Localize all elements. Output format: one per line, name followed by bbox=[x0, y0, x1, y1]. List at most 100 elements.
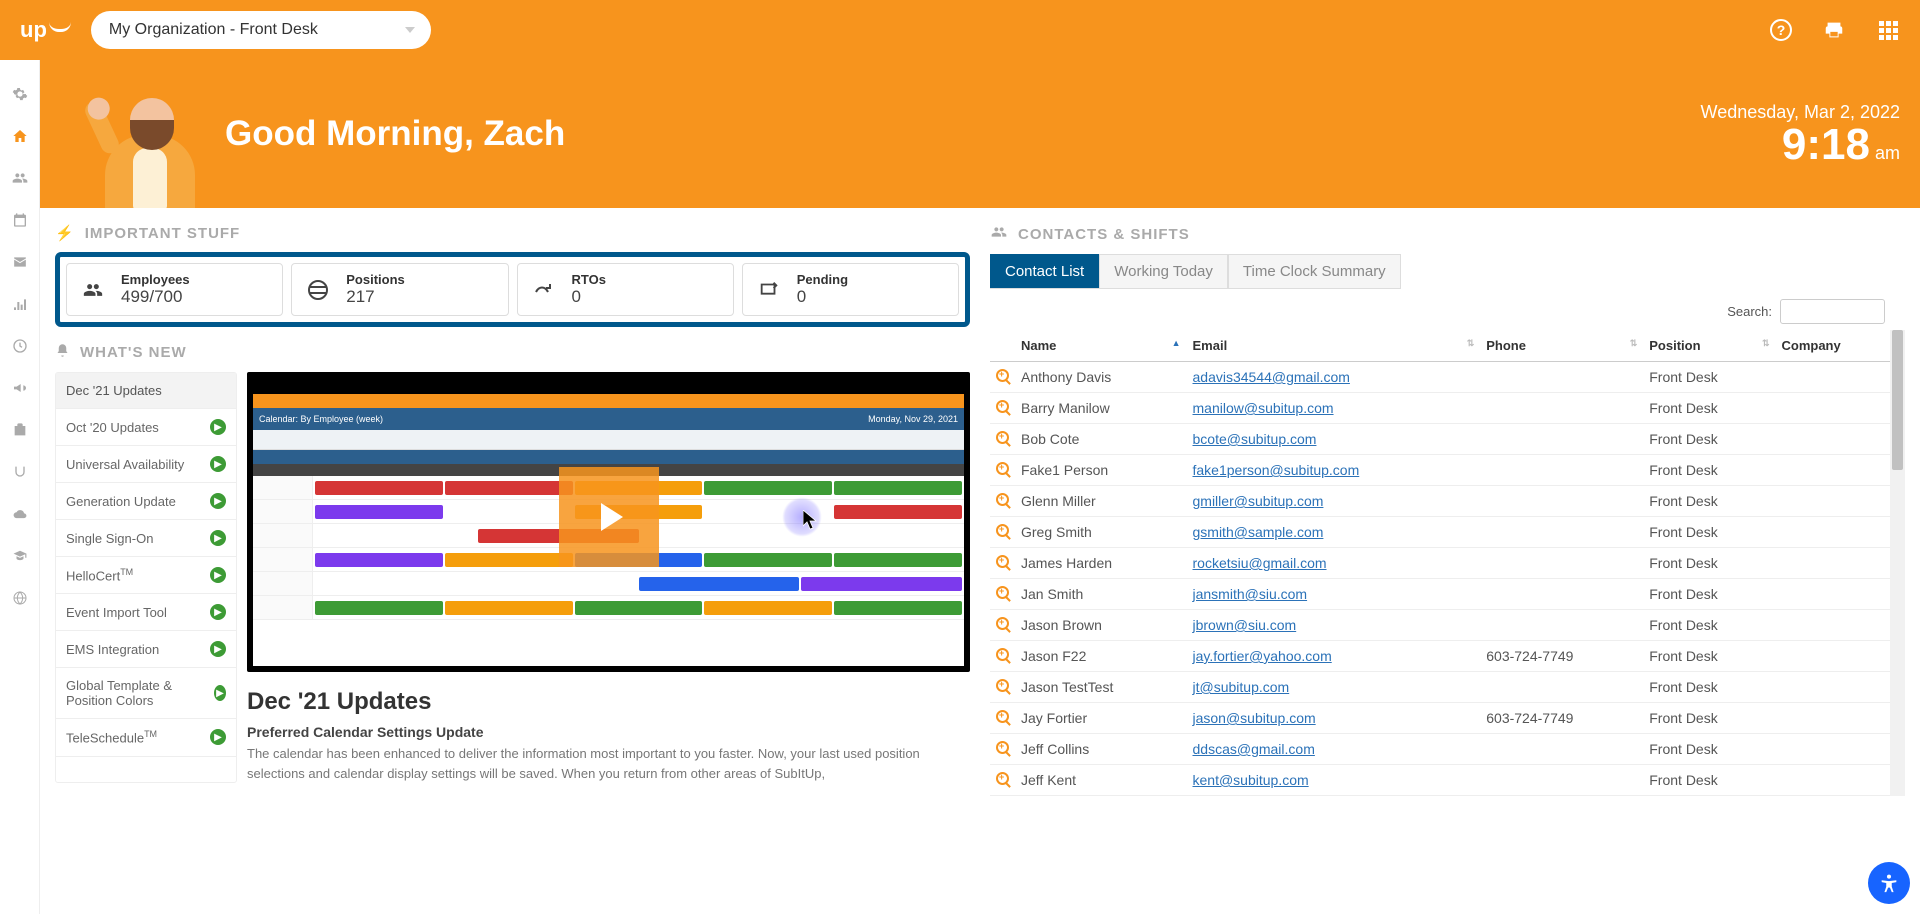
briefcase-icon[interactable] bbox=[11, 421, 29, 439]
magnify-icon[interactable] bbox=[990, 672, 1015, 703]
cell-phone bbox=[1480, 486, 1643, 517]
whats-new-item[interactable]: HelloCertTM▶ bbox=[56, 557, 236, 594]
print-icon[interactable] bbox=[1822, 18, 1846, 42]
email-link[interactable]: fake1person@subitup.com bbox=[1193, 462, 1360, 478]
cell-phone bbox=[1480, 548, 1643, 579]
time-ampm: am bbox=[1875, 143, 1900, 163]
cell-email: fake1person@subitup.com bbox=[1187, 455, 1481, 486]
whats-new-item-label: Dec '21 Updates bbox=[66, 383, 162, 398]
article-title: Dec '21 Updates bbox=[247, 688, 970, 716]
email-link[interactable]: kent@subitup.com bbox=[1193, 772, 1309, 788]
help-icon[interactable]: ? bbox=[1770, 19, 1792, 41]
cell-email: gmiller@subitup.com bbox=[1187, 486, 1481, 517]
video-thumbnail[interactable]: Calendar: By Employee (week)Monday, Nov … bbox=[247, 372, 970, 672]
magnify-icon[interactable] bbox=[990, 734, 1015, 765]
magnify-icon[interactable] bbox=[990, 579, 1015, 610]
column-position[interactable]: Position⇅ bbox=[1643, 330, 1775, 362]
globe-icon[interactable] bbox=[11, 589, 29, 607]
email-link[interactable]: jay.fortier@yahoo.com bbox=[1193, 648, 1332, 664]
people-icon[interactable] bbox=[11, 169, 29, 187]
whats-new-item[interactable]: Oct '20 Updates▶ bbox=[56, 409, 236, 446]
stat-employees[interactable]: Employees499/700 bbox=[66, 263, 283, 316]
magnify-icon[interactable] bbox=[990, 362, 1015, 393]
cell-phone bbox=[1480, 393, 1643, 424]
email-link[interactable]: gmiller@subitup.com bbox=[1193, 493, 1324, 509]
whats-new-item[interactable]: Generation Update▶ bbox=[56, 483, 236, 520]
table-row: Jay Fortierjason@subitup.com603-724-7749… bbox=[990, 703, 1905, 734]
column-company[interactable]: Company⇅ bbox=[1775, 330, 1905, 362]
scrollbar-thumb[interactable] bbox=[1892, 330, 1903, 470]
column-phone[interactable]: Phone⇅ bbox=[1480, 330, 1643, 362]
hero-datetime: Wednesday, Mar 2, 2022 9:18am bbox=[1540, 60, 1920, 208]
email-link[interactable]: adavis34544@gmail.com bbox=[1193, 369, 1350, 385]
cell-name: Barry Manilow bbox=[1015, 393, 1187, 424]
column-email[interactable]: Email⇅ bbox=[1187, 330, 1481, 362]
magnify-icon[interactable] bbox=[990, 641, 1015, 672]
magnify-icon[interactable] bbox=[990, 424, 1015, 455]
email-link[interactable]: jason@subitup.com bbox=[1193, 710, 1316, 726]
email-link[interactable]: jansmith@siu.com bbox=[1193, 586, 1308, 602]
article-subtitle: Preferred Calendar Settings Update bbox=[247, 724, 970, 740]
stat-value: 0 bbox=[572, 287, 606, 307]
email-link[interactable]: rocketsiu@gmail.com bbox=[1193, 555, 1327, 571]
column-name[interactable]: Name▲ bbox=[1015, 330, 1187, 362]
tab-time-clock-summary[interactable]: Time Clock Summary bbox=[1228, 254, 1401, 288]
magnify-icon[interactable] bbox=[990, 765, 1015, 796]
whats-new-item[interactable]: Universal Availability▶ bbox=[56, 446, 236, 483]
magnify-icon[interactable] bbox=[990, 610, 1015, 641]
video-bar-title: Calendar: By Employee (week) bbox=[259, 414, 383, 424]
envelope-icon[interactable] bbox=[11, 253, 29, 271]
whats-new-item[interactable]: TeleScheduleTM▶ bbox=[56, 719, 236, 756]
magnet-icon[interactable] bbox=[11, 463, 29, 481]
magnify-icon[interactable] bbox=[990, 517, 1015, 548]
search-input[interactable] bbox=[1780, 299, 1885, 324]
accessibility-button[interactable] bbox=[1868, 862, 1910, 904]
email-link[interactable]: jt@subitup.com bbox=[1193, 679, 1290, 695]
megaphone-icon[interactable] bbox=[11, 379, 29, 397]
email-link[interactable]: bcote@subitup.com bbox=[1193, 431, 1317, 447]
email-link[interactable]: jbrown@siu.com bbox=[1193, 617, 1297, 633]
cell-name: Jeff Collins bbox=[1015, 734, 1187, 765]
magnify-icon[interactable] bbox=[990, 548, 1015, 579]
chevron-right-icon: ▶ bbox=[210, 419, 226, 435]
magnify-icon[interactable] bbox=[990, 486, 1015, 517]
apps-grid-icon[interactable] bbox=[1876, 18, 1900, 42]
important-title-text: IMPORTANT STUFF bbox=[85, 225, 241, 242]
table-row: Greg Smithgsmith@sample.comFront Desk bbox=[990, 517, 1905, 548]
whats-new-item[interactable]: Global Template & Position Colors▶ bbox=[56, 668, 236, 719]
calendar-icon[interactable] bbox=[11, 211, 29, 229]
whats-new-item[interactable]: EMS Integration▶ bbox=[56, 631, 236, 668]
scrollbar[interactable] bbox=[1890, 330, 1905, 796]
graduation-icon[interactable] bbox=[11, 547, 29, 565]
stat-value: 499/700 bbox=[121, 287, 190, 307]
org-selector[interactable]: My Organization - Front Desk bbox=[91, 11, 431, 49]
home-icon[interactable] bbox=[11, 127, 29, 145]
whats-new-list: Dec '21 Updates Oct '20 Updates▶Universal… bbox=[55, 372, 237, 783]
tab-working-today[interactable]: Working Today bbox=[1099, 254, 1228, 288]
stat-rtos[interactable]: RTOs0 bbox=[517, 263, 734, 316]
magnify-icon[interactable] bbox=[990, 703, 1015, 734]
magnify-icon[interactable] bbox=[990, 393, 1015, 424]
email-link[interactable]: ddscas@gmail.com bbox=[1193, 741, 1315, 757]
clock-icon[interactable] bbox=[11, 337, 29, 355]
stat-label: Employees bbox=[121, 272, 190, 287]
avatar bbox=[95, 70, 205, 220]
magnify-icon[interactable] bbox=[990, 455, 1015, 486]
contacts-tabs: Contact ListWorking TodayTime Clock Summ… bbox=[990, 254, 1401, 289]
whats-new-item[interactable]: Dec '21 Updates bbox=[56, 373, 236, 409]
play-icon[interactable] bbox=[559, 467, 659, 567]
whats-new-item[interactable]: Single Sign-On▶ bbox=[56, 520, 236, 557]
email-link[interactable]: manilow@subitup.com bbox=[1193, 400, 1334, 416]
chart-icon[interactable] bbox=[11, 295, 29, 313]
whats-new-item[interactable]: Event Import Tool▶ bbox=[56, 594, 236, 631]
cell-email: jansmith@siu.com bbox=[1187, 579, 1481, 610]
top-bar: up My Organization - Front Desk ? bbox=[0, 0, 1920, 60]
tab-contact-list[interactable]: Contact List bbox=[990, 254, 1099, 288]
stat-pending[interactable]: Pending0 bbox=[742, 263, 959, 316]
email-link[interactable]: gsmith@sample.com bbox=[1193, 524, 1324, 540]
cell-position: Front Desk bbox=[1643, 486, 1775, 517]
gear-icon[interactable] bbox=[11, 85, 29, 103]
cloud-icon[interactable] bbox=[11, 505, 29, 523]
stat-positions[interactable]: Positions217 bbox=[291, 263, 508, 316]
column-left: ⚡ IMPORTANT STUFF Employees499/700 Posit… bbox=[40, 208, 990, 914]
